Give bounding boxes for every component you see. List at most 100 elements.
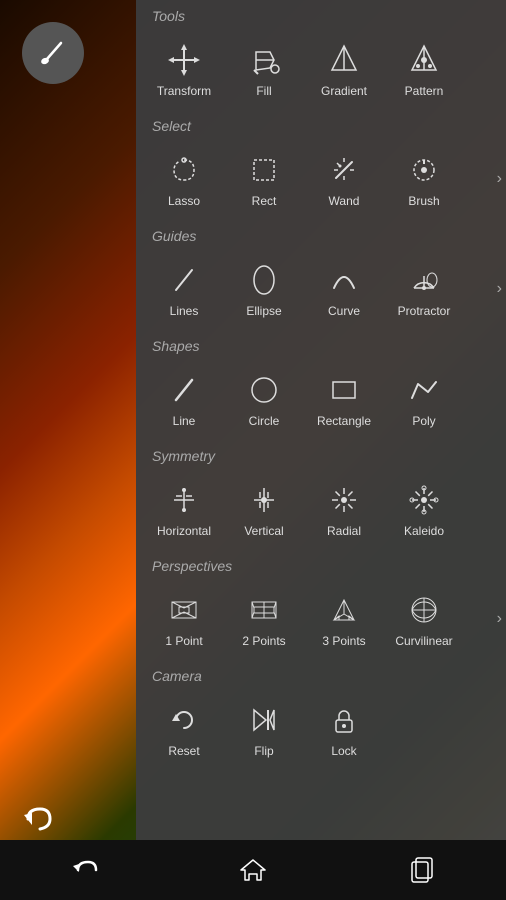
tool-protractor[interactable]: Protractor	[384, 252, 464, 326]
pattern-label: Pattern	[405, 84, 444, 98]
1point-icon	[164, 590, 204, 630]
section-symmetry-label: Symmetry	[136, 440, 506, 468]
lines-label: Lines	[170, 304, 199, 318]
line-icon	[164, 370, 204, 410]
tool-rect[interactable]: Rect	[224, 142, 304, 216]
select-arrow: ›	[497, 170, 502, 188]
perspectives-arrow: ›	[497, 610, 502, 628]
nav-bar	[0, 840, 506, 900]
tool-line[interactable]: Line	[144, 362, 224, 436]
tool-vertical[interactable]: Vertical	[224, 472, 304, 546]
section-perspectives-label: Perspectives	[136, 550, 506, 578]
back-nav-button[interactable]	[68, 854, 100, 886]
fill-icon	[244, 40, 284, 80]
ellipse-icon	[244, 260, 284, 300]
2points-label: 2 Points	[242, 634, 285, 648]
tool-circle[interactable]: Circle	[224, 362, 304, 436]
symmetry-row: Horizontal Vertical	[136, 468, 506, 550]
reset-icon	[164, 700, 204, 740]
rect-select-icon	[244, 150, 284, 190]
fill-label: Fill	[256, 84, 271, 98]
brush-icon	[37, 37, 69, 69]
poly-label: Poly	[412, 414, 435, 428]
tool-lines[interactable]: Lines	[144, 252, 224, 326]
rectangle-icon	[324, 370, 364, 410]
home-nav-button[interactable]	[237, 854, 269, 886]
3points-label: 3 Points	[322, 634, 365, 648]
2points-icon	[244, 590, 284, 630]
tool-horizontal[interactable]: Horizontal	[144, 472, 224, 546]
gradient-label: Gradient	[321, 84, 367, 98]
flip-label: Flip	[254, 744, 273, 758]
tool-flip[interactable]: Flip	[224, 692, 304, 766]
tools-row: Transform Fill Gradient	[136, 28, 506, 110]
vertical-icon	[244, 480, 284, 520]
tool-lock[interactable]: Lock	[304, 692, 384, 766]
line-label: Line	[173, 414, 196, 428]
transform-icon	[164, 40, 204, 80]
camera-row: Reset Flip Lock	[136, 688, 506, 770]
radial-label: Radial	[327, 524, 361, 538]
tool-kaleido[interactable]: Kaleido	[384, 472, 464, 546]
curvilinear-label: Curvilinear	[395, 634, 452, 648]
3points-icon	[324, 590, 364, 630]
tool-brush-select[interactable]: Brush	[384, 142, 464, 216]
curve-icon	[324, 260, 364, 300]
lasso-icon	[164, 150, 204, 190]
reset-label: Reset	[168, 744, 199, 758]
tool-ellipse[interactable]: Ellipse	[224, 252, 304, 326]
shapes-row: Line Circle Rectangle P	[136, 358, 506, 440]
ellipse-label: Ellipse	[246, 304, 281, 318]
undo-button[interactable]	[22, 805, 58, 835]
section-camera-label: Camera	[136, 660, 506, 688]
tool-gradient[interactable]: Gradient	[304, 32, 384, 106]
tool-2points[interactable]: 2 Points	[224, 582, 304, 656]
perspectives-row: 1 Point 2 Points	[136, 578, 506, 660]
tool-curvilinear[interactable]: Curvilinear	[384, 582, 464, 656]
guides-row: Lines Ellipse Curve	[136, 248, 506, 330]
tool-curve[interactable]: Curve	[304, 252, 384, 326]
protractor-icon	[404, 260, 444, 300]
section-select-label: Select	[136, 110, 506, 138]
rectangle-label: Rectangle	[317, 414, 371, 428]
lock-icon	[324, 700, 364, 740]
lasso-label: Lasso	[168, 194, 200, 208]
horizontal-icon	[164, 480, 204, 520]
horizontal-label: Horizontal	[157, 524, 211, 538]
tool-rectangle[interactable]: Rectangle	[304, 362, 384, 436]
tool-reset[interactable]: Reset	[144, 692, 224, 766]
section-guides-label: Guides	[136, 220, 506, 248]
lines-icon	[164, 260, 204, 300]
tool-poly[interactable]: Poly	[384, 362, 464, 436]
tool-lasso[interactable]: Lasso	[144, 142, 224, 216]
tool-3points[interactable]: 3 Points	[304, 582, 384, 656]
1point-label: 1 Point	[165, 634, 202, 648]
tools-panel: Tools Transform	[136, 0, 506, 840]
tool-radial[interactable]: Radial	[304, 472, 384, 546]
section-shapes-label: Shapes	[136, 330, 506, 358]
brush-button[interactable]	[22, 22, 84, 84]
wand-icon	[324, 150, 364, 190]
tool-pattern[interactable]: Pattern	[384, 32, 464, 106]
transform-label: Transform	[157, 84, 211, 98]
pattern-icon	[404, 40, 444, 80]
recent-nav-button[interactable]	[406, 854, 438, 886]
wand-label: Wand	[329, 194, 360, 208]
brush-select-icon	[404, 150, 444, 190]
gradient-icon	[324, 40, 364, 80]
tool-transform[interactable]: Transform	[144, 32, 224, 106]
guides-arrow: ›	[497, 280, 502, 298]
tool-1point[interactable]: 1 Point	[144, 582, 224, 656]
vertical-label: Vertical	[244, 524, 283, 538]
circle-icon	[244, 370, 284, 410]
section-tools-label: Tools	[136, 0, 506, 28]
undo-icon	[22, 805, 58, 835]
tool-fill[interactable]: Fill	[224, 32, 304, 106]
protractor-label: Protractor	[398, 304, 451, 318]
circle-label: Circle	[249, 414, 280, 428]
lock-label: Lock	[331, 744, 356, 758]
kaleido-icon	[404, 480, 444, 520]
flip-icon	[244, 700, 284, 740]
tool-wand[interactable]: Wand	[304, 142, 384, 216]
curvilinear-icon	[404, 590, 444, 630]
